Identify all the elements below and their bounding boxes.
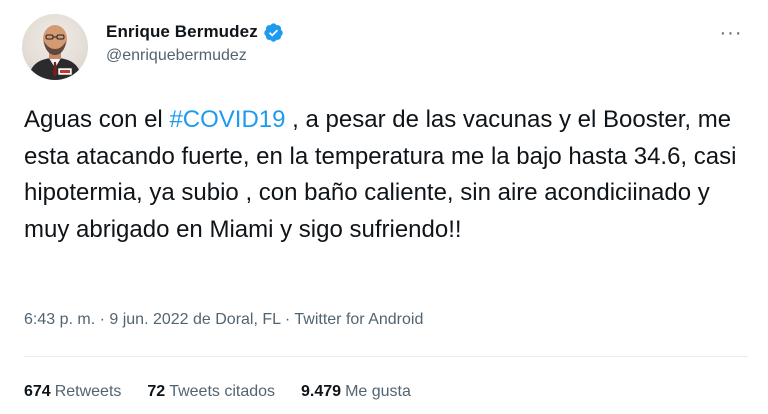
hashtag-link[interactable]: #COVID19 [169, 106, 285, 133]
likes-count: 9.479 [301, 383, 342, 400]
quote-tweets-count: 72 [147, 383, 166, 400]
tweet-stats: 674 Retweets 72 Tweets citados 9.479 Me gus… [24, 383, 411, 401]
divider [24, 356, 748, 357]
avatar[interactable] [22, 14, 88, 80]
meta-separator: · [95, 311, 110, 328]
tweet-location[interactable]: Doral, FL [215, 311, 280, 328]
profile-photo-icon [28, 25, 82, 80]
likes-stat[interactable]: 9.479 Me gusta [301, 383, 411, 401]
retweets-stat[interactable]: 674 Retweets [24, 383, 121, 401]
tweet-source[interactable]: Twitter for Android [294, 311, 423, 328]
tweet-time[interactable]: 6:43 p. m. [24, 311, 95, 328]
tweet-card: Enrique Bermudez @enriquebermudez ··· Ag… [0, 0, 768, 414]
quote-tweets-label: Tweets citados [169, 383, 276, 400]
retweets-label: Retweets [54, 383, 122, 400]
retweets-count: 674 [24, 383, 51, 400]
meta-separator: · [280, 311, 295, 328]
tweet-meta: 6:43 p. m. · 9 jun. 2022 de Doral, FL · … [24, 311, 423, 329]
tweet-text: Aguas con el #COVID19 , a pesar de las v… [24, 102, 754, 248]
tweet-text-before: Aguas con el [24, 106, 170, 133]
tweet-date[interactable]: 9 jun. 2022 [109, 311, 188, 328]
more-options-icon[interactable]: ··· [714, 16, 748, 50]
author-handle[interactable]: @enriquebermudez [106, 47, 284, 65]
quote-tweets-stat[interactable]: 72 Tweets citados [147, 383, 275, 401]
location-prefix: de [188, 311, 216, 328]
verified-badge-icon [263, 22, 284, 43]
likes-label: Me gusta [345, 383, 411, 400]
author-display-name[interactable]: Enrique Bermudez [106, 22, 258, 42]
display-name-row: Enrique Bermudez [106, 20, 284, 44]
author-info: Enrique Bermudez @enriquebermudez [106, 20, 284, 65]
